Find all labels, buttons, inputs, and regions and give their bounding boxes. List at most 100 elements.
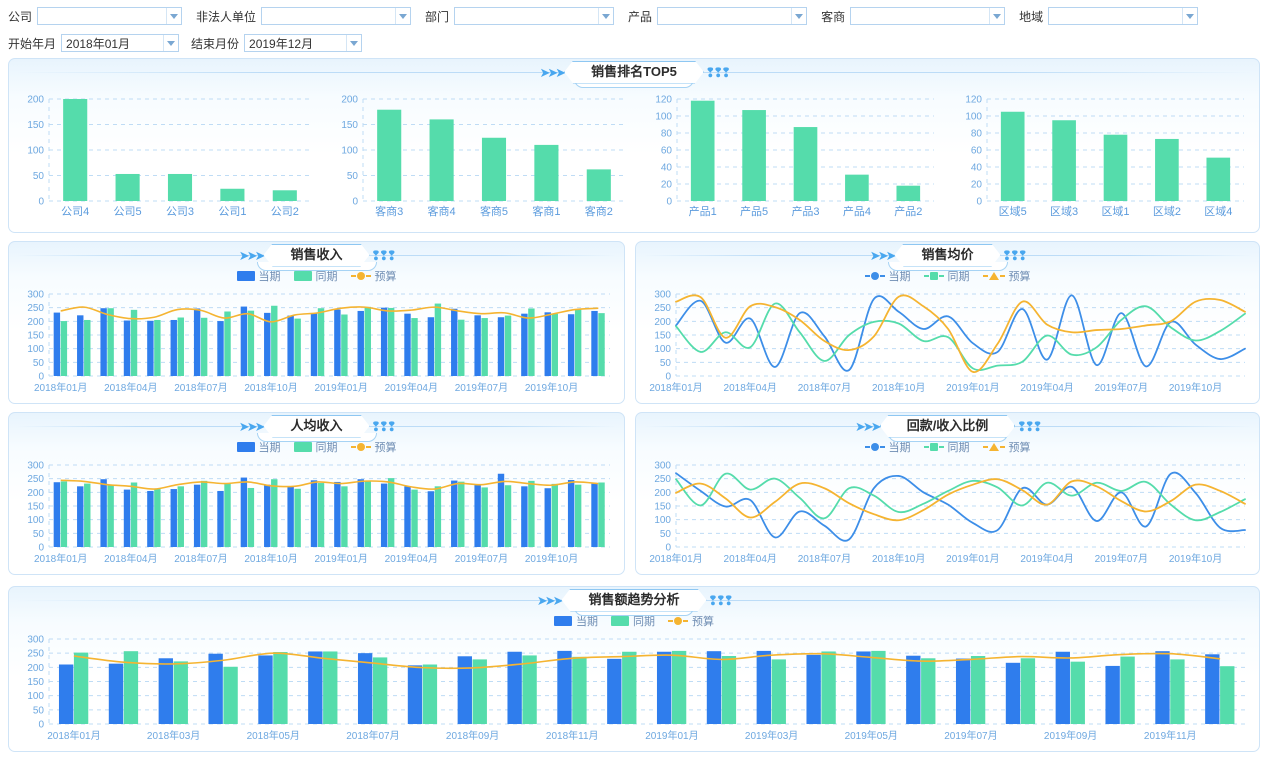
legend-marker-circle — [870, 443, 879, 451]
svg-text:2019年01月: 2019年01月 — [946, 552, 999, 565]
chart-per-capita-income[interactable]: 0 50 100 150 200 250 300 2018年01月 2018年04月 2018年0… — [9, 455, 624, 567]
svg-text:2018年11月: 2018年11月 — [546, 729, 599, 742]
svg-text:公司4: 公司4 — [61, 206, 89, 218]
svg-text:200: 200 — [27, 488, 44, 499]
svg-text:300: 300 — [654, 290, 671, 301]
panel-per-capita-income: ➤➤➤ 人均收入 ❢❢❢ 当期 同期 预算 0 50 100 150 200 250 300 20… — [8, 412, 625, 575]
svg-text:300: 300 — [27, 461, 44, 472]
filter-label: 地域 — [1019, 9, 1044, 24]
chevron-down-icon[interactable] — [1182, 8, 1198, 24]
filter-bar: 公司 非法人单位 部门 产品 客商 地域 开始年月 2018年01月 结束月份 2019年12月 — [0, 0, 1268, 55]
legend-marker-square — [929, 272, 938, 280]
filter-select[interactable] — [657, 7, 808, 25]
svg-text:2019年07月: 2019年07月 — [455, 552, 508, 565]
filter-2: 部门 — [425, 7, 615, 25]
svg-text:2019年01月: 2019年01月 — [645, 729, 698, 742]
filter-select[interactable] — [1048, 7, 1199, 25]
svg-text:50: 50 — [33, 529, 45, 540]
svg-text:区域2: 区域2 — [1153, 205, 1181, 218]
svg-text:100: 100 — [341, 146, 358, 157]
svg-text:100: 100 — [27, 146, 44, 157]
panel-title-label: 销售收入 — [290, 246, 343, 262]
panel-title-top5: ➤➤➤ 销售排名TOP5 ❢❢❢ — [9, 59, 1259, 88]
chevron-down-icon[interactable] — [346, 35, 362, 51]
svg-text:0: 0 — [666, 197, 672, 208]
svg-text:2019年10月: 2019年10月 — [1169, 552, 1222, 565]
legend-label: 预算 — [1008, 271, 1031, 283]
chart-sales-income[interactable]: 0 50 100 150 200 250 300 2018年01月 2018年04月 2018年0… — [9, 284, 624, 396]
legend-swatch-line — [864, 443, 885, 451]
svg-text:2019年10月: 2019年10月 — [525, 381, 578, 394]
svg-text:公司2: 公司2 — [271, 206, 299, 218]
svg-text:200: 200 — [27, 663, 44, 674]
svg-text:产品4: 产品4 — [843, 204, 871, 218]
date-filter-select[interactable]: 2019年12月 — [244, 34, 363, 52]
legend-label: 预算 — [374, 271, 397, 283]
chevron-down-icon[interactable] — [166, 8, 182, 24]
legend-swatch-line — [982, 443, 1005, 451]
legend-swatch-line — [923, 272, 944, 280]
filter-select[interactable] — [261, 7, 412, 25]
svg-text:2019年07月: 2019年07月 — [944, 729, 997, 742]
legend-marker-circle — [674, 617, 682, 625]
chart-top5-customer[interactable]: 0 50 100 150 200 客商3 客商4 客商5 客商1 客商2 — [329, 89, 639, 226]
chevron-down-icon[interactable] — [989, 8, 1005, 24]
svg-text:250: 250 — [27, 474, 44, 485]
title-plate: 销售额趋势分析 — [561, 589, 706, 612]
legend-marker-square — [929, 443, 938, 451]
filter-select[interactable] — [37, 7, 183, 25]
legend-swatch-bar — [293, 442, 312, 452]
chart-top5-product[interactable]: 0 20 40 60 80 100 120 产品1 产品5 产品3 产品4 产品2 — [643, 89, 948, 226]
filter-label: 公司 — [8, 9, 33, 24]
svg-text:2019年07月: 2019年07月 — [1095, 381, 1148, 394]
svg-text:2018年07月: 2018年07月 — [798, 381, 851, 394]
filter-label: 产品 — [628, 9, 653, 24]
svg-text:客商5: 客商5 — [480, 204, 508, 218]
svg-text:2018年07月: 2018年07月 — [174, 552, 227, 565]
svg-text:150: 150 — [341, 120, 358, 131]
date-filter-select[interactable]: 2018年01月 — [61, 34, 180, 52]
svg-text:20: 20 — [661, 180, 673, 191]
svg-text:产品1: 产品1 — [689, 204, 717, 218]
chart-top5-company[interactable]: 0 50 100 150 200 公司4 公司5 公司3 公司1 公司2 — [15, 89, 325, 226]
svg-text:2018年01月: 2018年01月 — [34, 381, 87, 394]
svg-text:产品5: 产品5 — [740, 204, 768, 218]
svg-text:2018年04月: 2018年04月 — [104, 552, 157, 565]
chevron-down-icon[interactable] — [163, 35, 179, 51]
date-filter-label: 开始年月 — [8, 36, 57, 51]
title-plate: 销售均价 — [894, 244, 1000, 267]
panel-sales-income: ➤➤➤ 销售收入 ❢❢❢ 当期 同期 预算 0 50 100 150 200 250 300 20… — [8, 241, 625, 404]
panel-title-label: 销售额趋势分析 — [588, 591, 680, 607]
svg-text:20: 20 — [971, 180, 983, 191]
svg-text:0: 0 — [38, 720, 44, 731]
chart-top5-region[interactable]: 0 20 40 60 80 100 120 区域5 区域3 区域1 区域2 区域4 — [953, 89, 1258, 226]
svg-text:2019年09月: 2019年09月 — [1044, 729, 1097, 742]
svg-text:0: 0 — [352, 197, 358, 208]
chart-average-sales-price[interactable]: 0 50 100 150 200 250 300 2018年01月 2018年04月 2018年0… — [636, 284, 1259, 396]
svg-text:250: 250 — [27, 303, 44, 314]
svg-text:客商4: 客商4 — [428, 204, 456, 218]
chart-collection-income-ratio[interactable]: 0 50 100 150 200 250 300 2018年01月 2018年04月 2018年0… — [636, 455, 1259, 567]
svg-text:200: 200 — [654, 317, 671, 328]
chevron-down-icon[interactable] — [395, 8, 411, 24]
svg-text:2018年10月: 2018年10月 — [872, 381, 925, 394]
legend-marker-circle — [870, 272, 879, 280]
chevron-down-icon[interactable] — [598, 8, 614, 24]
chevrons-right-icon: ➤➤➤ — [536, 592, 564, 608]
panel-title-label: 人均收入 — [290, 417, 343, 433]
date-filter-0: 开始年月 2018年01月 — [8, 34, 180, 52]
svg-text:250: 250 — [27, 649, 44, 660]
filter-label: 客商 — [821, 9, 846, 24]
panel-title-label: 销售均价 — [921, 246, 974, 262]
filter-select[interactable] — [850, 7, 1006, 25]
svg-text:0: 0 — [665, 543, 671, 554]
chevron-down-icon[interactable] — [791, 8, 807, 24]
svg-text:产品2: 产品2 — [894, 204, 922, 218]
svg-text:2019年04月: 2019年04月 — [385, 552, 438, 565]
svg-text:40: 40 — [661, 163, 673, 174]
svg-text:100: 100 — [965, 112, 982, 123]
svg-text:40: 40 — [971, 163, 983, 174]
chevrons-left-icon: ❢❢❢ — [370, 247, 398, 263]
chart-sales-trend[interactable]: 0 50 100 150 200 250 300 2018年01月 2018年03月 2018年0… — [9, 629, 1259, 744]
filter-select[interactable] — [454, 7, 615, 25]
